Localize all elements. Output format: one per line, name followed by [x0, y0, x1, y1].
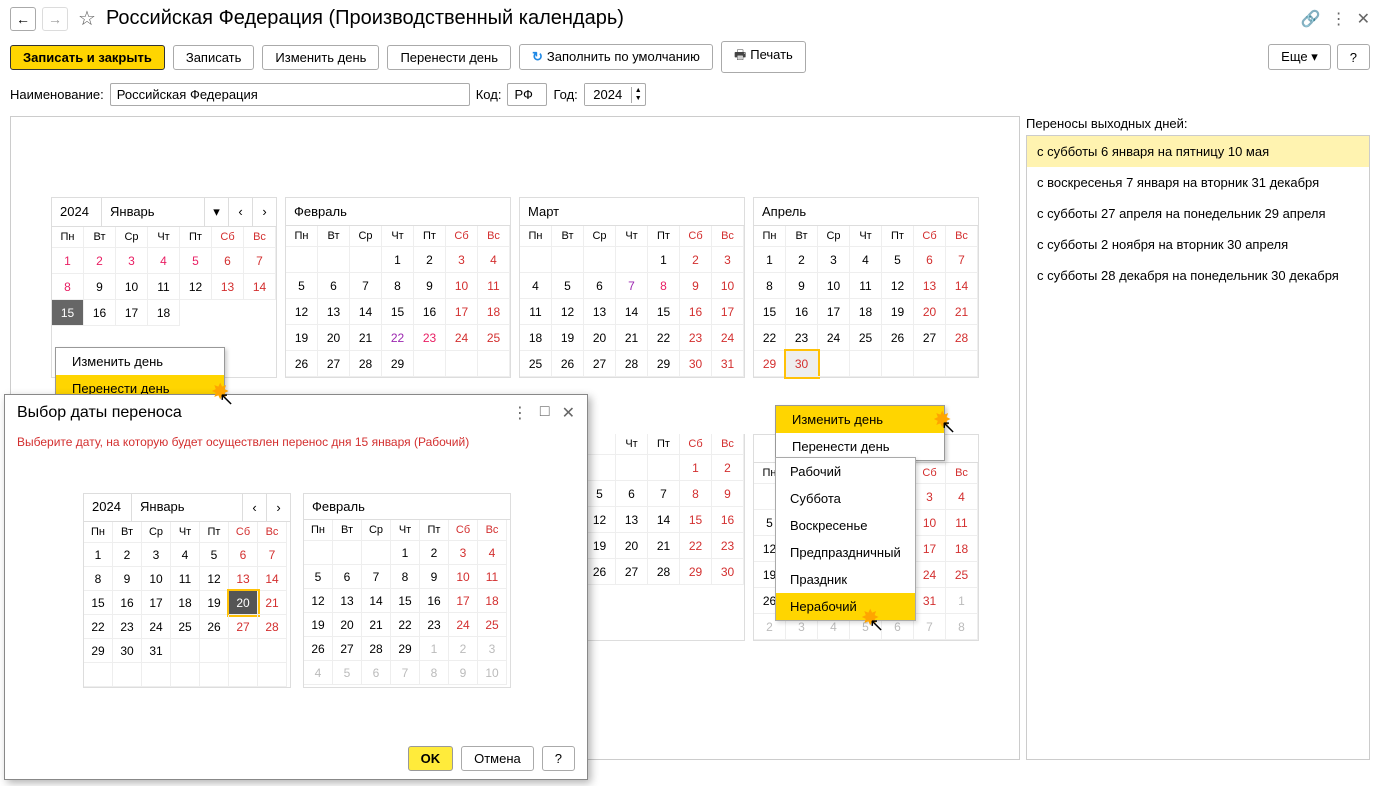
ctx2-change-day[interactable]: Изменить день	[776, 406, 944, 433]
code-input[interactable]	[507, 83, 547, 106]
dialog-message: Выберите дату, на которую будет осуществ…	[5, 431, 587, 453]
link-icon[interactable]: 🔗	[1301, 9, 1321, 29]
month-february: Февраль ПнВтСрЧтПтСбВс 1234 567891011 12…	[285, 197, 511, 378]
transfer-row[interactable]: с воскресенья 7 января на вторник 31 дек…	[1027, 167, 1369, 198]
favorite-star-icon[interactable]: ☆	[78, 6, 96, 31]
dialog-month-february: Февраль ПнВтСрЧтПтСбВс 1234 567891011 12…	[303, 493, 511, 688]
transfers-list[interactable]: с субботы 6 января на пятницу 10 мая с в…	[1026, 135, 1370, 760]
close-icon[interactable]: ✕	[1357, 9, 1370, 29]
name-input[interactable]	[110, 83, 470, 106]
month-next-icon[interactable]: ›	[252, 198, 276, 226]
selected-day-apr30[interactable]: 30	[786, 351, 818, 377]
year-up-icon[interactable]: ▲	[632, 87, 645, 95]
month-prev-icon[interactable]: ‹	[228, 198, 252, 226]
dialog-close-icon[interactable]: ✕	[562, 403, 575, 423]
dialog-help-button[interactable]: ?	[542, 746, 575, 771]
refresh-icon: ↻	[532, 49, 543, 64]
chevron-down-icon[interactable]: ▾	[204, 198, 228, 226]
transfer-row[interactable]: с субботы 28 декабря на понедельник 30 д…	[1027, 260, 1369, 291]
dialog-menu-icon[interactable]: ⋮	[512, 403, 528, 423]
page-title: Российская Федерация (Производственный к…	[106, 7, 624, 30]
dialog-month-next-icon[interactable]: ›	[266, 494, 290, 521]
transfer-row[interactable]: с субботы 6 января на пятницу 10 мая	[1027, 136, 1369, 167]
selected-day-15[interactable]: 15	[52, 300, 84, 326]
daytype-saturday[interactable]: Суббота	[776, 485, 915, 512]
ctx-change-day[interactable]: Изменить день	[56, 348, 224, 375]
toolbar-help-button[interactable]: ?	[1337, 44, 1370, 70]
daytype-nonwork[interactable]: Нерабочий	[776, 593, 915, 620]
dialog-cancel-button[interactable]: Отмена	[461, 746, 534, 771]
transfers-title: Переносы выходных дней:	[1026, 116, 1370, 131]
dialog-month-january: 2024 Январь ‹ › ПнВтСрЧтПтСбВс 1234567 8…	[83, 493, 291, 688]
dialog-selected-day-20[interactable]: 20	[229, 591, 258, 615]
save-close-button[interactable]: Записать и закрыть	[10, 45, 165, 70]
save-button[interactable]: Записать	[173, 45, 255, 70]
year-spinner[interactable]: ▲▼	[584, 83, 646, 106]
transfer-date-dialog: Выбор даты переноса ⋮ □ ✕ Выберите дату,…	[4, 394, 588, 780]
fill-default-button[interactable]: ↻Заполнить по умолчанию	[519, 44, 713, 70]
daytype-submenu: Рабочий Суббота Воскресенье Предпразднич…	[775, 457, 916, 621]
forward-button[interactable]: →	[42, 7, 68, 31]
dialog-maximize-icon[interactable]: □	[540, 403, 550, 423]
more-button[interactable]: Еще ▾	[1268, 44, 1331, 70]
dialog-title: Выбор даты переноса	[17, 404, 182, 422]
print-button[interactable]: 🖶Печать	[721, 41, 806, 73]
month-april: Апрель ПнВтСрЧтПтСбВс 1234567 8910111213…	[753, 197, 979, 378]
daytype-holiday[interactable]: Праздник	[776, 566, 915, 593]
back-button[interactable]: ←	[10, 7, 36, 31]
transfer-row[interactable]: с субботы 2 ноября на вторник 30 апреля	[1027, 229, 1369, 260]
daytype-sunday[interactable]: Воскресенье	[776, 512, 915, 539]
dialog-month-prev-icon[interactable]: ‹	[242, 494, 266, 521]
month-march: Март ПнВтСрЧтПтСбВс 123 45678910 1112131…	[519, 197, 745, 378]
print-icon: 🖶	[734, 47, 746, 62]
kebab-menu-icon[interactable]: ⋮	[1331, 9, 1347, 29]
ctx2-move-day[interactable]: Перенести день	[776, 433, 944, 460]
change-day-button[interactable]: Изменить день	[262, 45, 379, 70]
dialog-ok-button[interactable]: OK	[408, 746, 454, 771]
move-day-button[interactable]: Перенести день	[387, 45, 511, 70]
code-label: Код:	[476, 87, 502, 102]
daytype-preholiday[interactable]: Предпраздничный	[776, 539, 915, 566]
year-input[interactable]	[585, 84, 631, 105]
year-label: Год:	[553, 87, 577, 102]
transfer-row[interactable]: с субботы 27 апреля на понедельник 29 ап…	[1027, 198, 1369, 229]
context-menu-apr: Изменить день Перенести день	[775, 405, 945, 461]
year-down-icon[interactable]: ▼	[632, 95, 645, 103]
name-label: Наименование:	[10, 87, 104, 102]
daytype-work[interactable]: Рабочий	[776, 458, 915, 485]
